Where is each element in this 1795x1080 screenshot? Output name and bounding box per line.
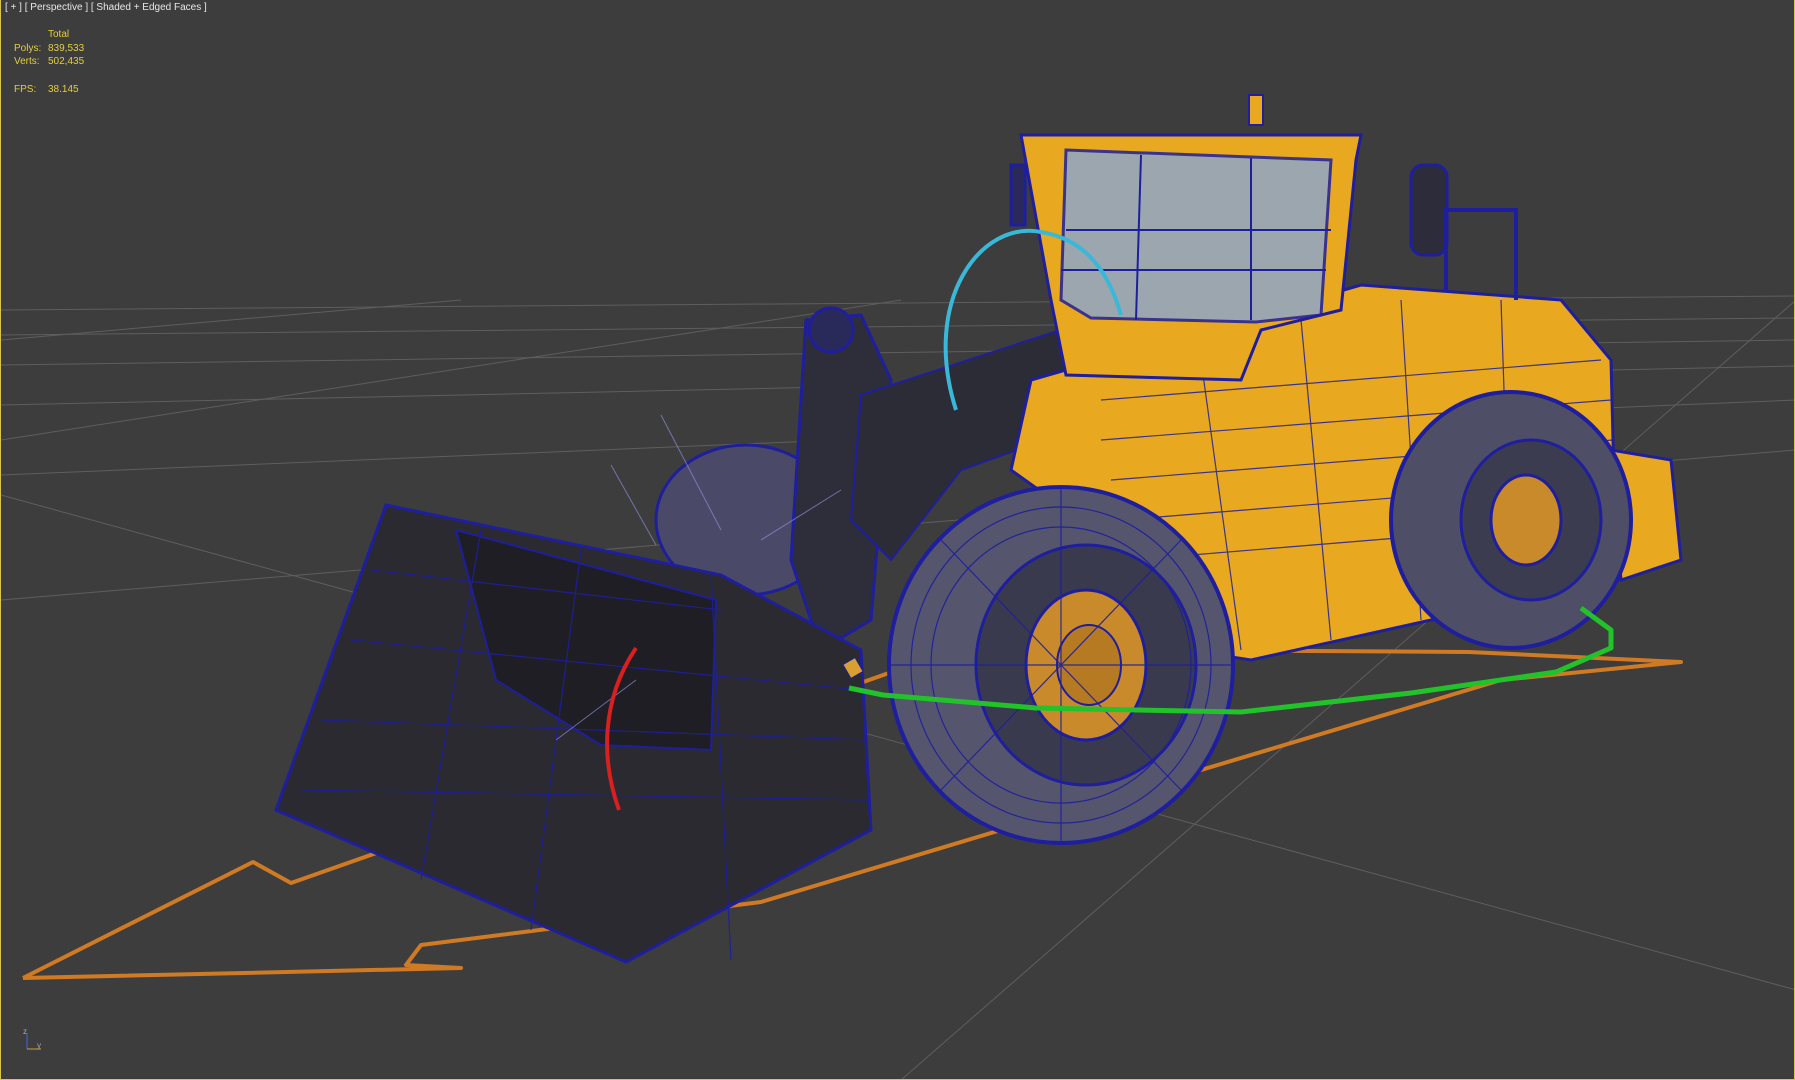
verts-label: Verts: bbox=[14, 56, 40, 67]
scene-canvas[interactable] bbox=[1, 0, 1795, 1080]
polys-value: 839,533 bbox=[48, 42, 85, 54]
scene-statistics: Total Polys: 839,533 Verts: 502,435 FPS: 38… bbox=[14, 28, 84, 96]
verts-value: 502,435 bbox=[48, 56, 85, 67]
fps-value: 38.145 bbox=[48, 83, 79, 95]
axis-z-label: z bbox=[23, 1027, 27, 1036]
polys-label: Polys: bbox=[14, 42, 42, 54]
viewport-shading-menu[interactable]: [ Shaded + Edged Faces ] bbox=[91, 2, 207, 13]
axis-y-label: y bbox=[37, 1041, 41, 1050]
stats-header: Total bbox=[48, 29, 70, 40]
viewport-menu-plus[interactable]: [ + ] bbox=[5, 2, 22, 13]
perspective-viewport[interactable]: [ + ] [ Perspective ] [ Shaded + Edged F… bbox=[0, 0, 1795, 1080]
fps-label: FPS: bbox=[14, 83, 37, 95]
rear-right-wheel[interactable] bbox=[1389, 390, 1633, 650]
axis-tripod-icon: z y bbox=[23, 1027, 41, 1050]
viewport-label[interactable]: [ + ] [ Perspective ] [ Shaded + Edged F… bbox=[5, 2, 207, 13]
front-wheel[interactable] bbox=[887, 485, 1235, 845]
viewport-view-menu[interactable]: [ Perspective ] bbox=[25, 2, 88, 13]
